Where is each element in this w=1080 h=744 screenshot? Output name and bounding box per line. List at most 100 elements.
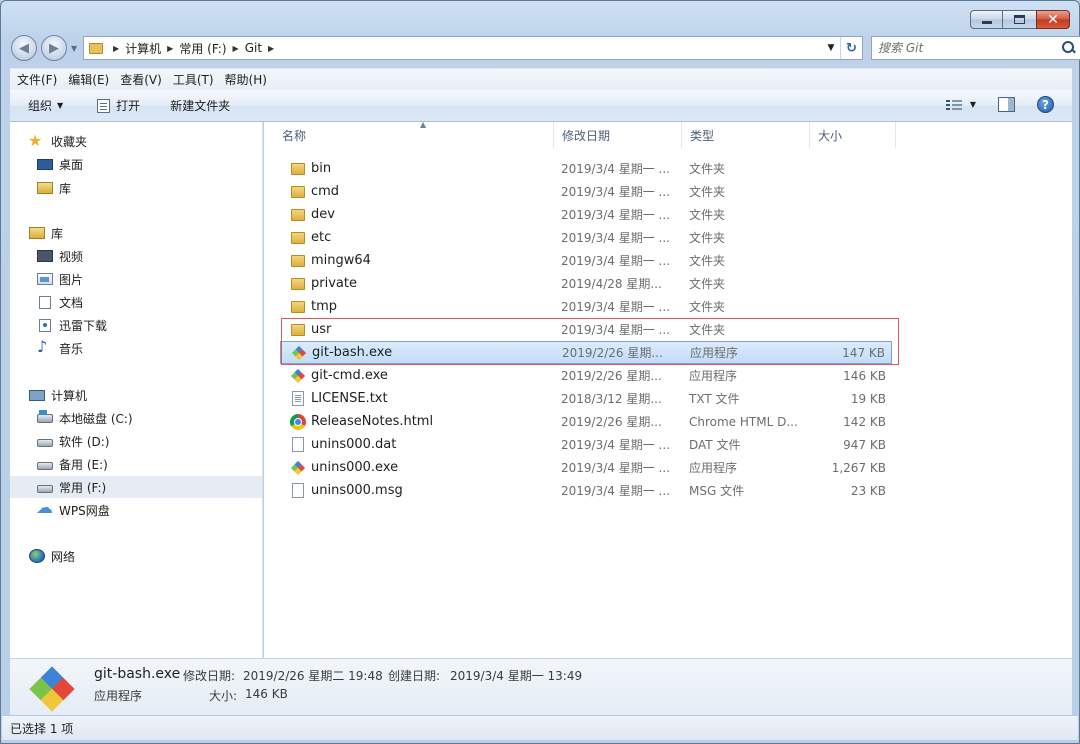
- breadcrumb-separator-icon[interactable]: ▶: [113, 44, 119, 53]
- nav-computer[interactable]: 计算机: [29, 384, 87, 406]
- file-row[interactable]: unins000.msg 2019/3/4 星期一 ... MSG 文件 23 KB: [280, 479, 892, 502]
- help-icon[interactable]: ?: [1037, 96, 1054, 113]
- file-row[interactable]: tmp 2019/3/4 星期一 ... 文件夹: [280, 295, 892, 318]
- open-button[interactable]: 打开: [97, 97, 140, 114]
- file-row[interactable]: LICENSE.txt 2018/3/12 星期... TXT 文件 19 KB: [280, 387, 892, 410]
- video-icon: [37, 250, 53, 262]
- nav-pictures[interactable]: 图片: [37, 268, 83, 290]
- file-date: 2018/3/12 星期...: [561, 392, 662, 406]
- view-options-dropdown[interactable]: ▼: [970, 100, 976, 109]
- file-name-cell: git-cmd.exe: [290, 368, 388, 384]
- column-header-date[interactable]: 修改日期: [554, 122, 682, 148]
- file-name: tmp: [311, 299, 338, 314]
- drive-icon: [37, 484, 53, 493]
- nav-xunlei-downloads[interactable]: 迅雷下载: [37, 314, 107, 336]
- file-row[interactable]: cmd 2019/3/4 星期一 ... 文件夹: [280, 180, 892, 203]
- recent-pages-dropdown[interactable]: ▼: [71, 44, 77, 53]
- breadcrumb-git[interactable]: Git: [245, 41, 262, 55]
- menu-help[interactable]: 帮助(H): [221, 71, 271, 88]
- nav-drive-e[interactable]: 备用 (E:): [37, 453, 108, 475]
- git-icon: [290, 460, 306, 476]
- breadcrumb-separator-icon[interactable]: ▶: [268, 44, 274, 53]
- breadcrumb-separator-icon[interactable]: ▶: [233, 44, 239, 53]
- search-input[interactable]: [878, 41, 1048, 55]
- nav-documents[interactable]: 文档: [37, 291, 83, 313]
- file-name: unins000.msg: [311, 483, 403, 498]
- file-row[interactable]: usr 2019/3/4 星期一 ... 文件夹: [280, 318, 892, 341]
- close-button[interactable]: ✕: [1036, 10, 1070, 29]
- change-view-icon[interactable]: [945, 99, 962, 111]
- file-name-cell: unins000.dat: [290, 437, 396, 452]
- file-row[interactable]: unins000.exe 2019/3/4 星期一 ... 应用程序 1,267 KB: [280, 456, 892, 479]
- nav-desktop[interactable]: 桌面: [37, 153, 83, 175]
- file-type: 应用程序: [689, 461, 738, 475]
- music-icon: [37, 337, 53, 356]
- nav-network[interactable]: 网络: [29, 545, 75, 567]
- folder-icon: [291, 254, 305, 267]
- file-row[interactable]: ReleaseNotes.html 2019/2/26 星期... Chrome H…: [280, 410, 892, 433]
- address-bar[interactable]: ▶ 计算机 ▶ 常用 (F:) ▶ Git ▶ ▼ ↻: [83, 36, 863, 60]
- file-type: 文件夹: [689, 162, 726, 176]
- file-name: ReleaseNotes.html: [311, 414, 434, 429]
- file-name: dev: [311, 207, 335, 222]
- file-row[interactable]: bin 2019/3/4 星期一 ... 文件夹: [280, 157, 892, 180]
- column-label: 大小: [818, 128, 843, 143]
- nav-drive-c[interactable]: 本地磁盘 (C:): [37, 407, 133, 429]
- file-row[interactable]: git-bash.exe 2019/2/26 星期... 应用程序 147 KB: [280, 341, 892, 364]
- maximize-icon: [1014, 15, 1025, 24]
- file-size: 19 KB: [850, 391, 886, 406]
- open-label: 打开: [116, 99, 141, 113]
- search-box: [871, 36, 1080, 60]
- column-header-size[interactable]: 大小: [810, 122, 896, 148]
- preview-pane-icon[interactable]: [998, 97, 1015, 112]
- file-name: private: [311, 276, 357, 291]
- file-size: 142 KB: [843, 414, 886, 429]
- file-row[interactable]: dev 2019/3/4 星期一 ... 文件夹: [280, 203, 892, 226]
- nav-music[interactable]: 音乐: [37, 337, 83, 359]
- forward-button[interactable]: ▶: [41, 35, 67, 61]
- address-history-dropdown[interactable]: ▼: [822, 43, 840, 53]
- new-folder-button[interactable]: 新建文件夹: [170, 97, 230, 114]
- column-header-name[interactable]: 名称 ▲: [274, 120, 554, 148]
- file-row[interactable]: private 2019/4/28 星期... 文件夹: [280, 272, 892, 295]
- file-icon: [292, 483, 304, 498]
- search-icon[interactable]: [1062, 41, 1076, 55]
- file-date: 2019/3/4 星期一 ...: [561, 484, 670, 498]
- menu-view[interactable]: 查看(V): [116, 71, 166, 88]
- nav-video[interactable]: 视频: [37, 245, 83, 267]
- file-row[interactable]: mingw64 2019/3/4 星期一 ... 文件夹: [280, 249, 892, 272]
- breadcrumb-separator-icon[interactable]: ▶: [167, 44, 173, 53]
- breadcrumb-computer[interactable]: 计算机: [125, 40, 161, 57]
- back-button[interactable]: ◀: [11, 35, 37, 61]
- breadcrumb-drive-f[interactable]: 常用 (F:): [179, 40, 226, 57]
- menu-file[interactable]: 文件(F): [13, 71, 61, 88]
- maximize-button[interactable]: [1002, 10, 1036, 29]
- nav-label: 桌面: [59, 157, 84, 172]
- file-size: 947 KB: [843, 437, 886, 452]
- column-header-type[interactable]: 类型: [682, 122, 810, 148]
- organize-button[interactable]: 组织 ▼: [28, 97, 63, 114]
- file-size: 147 KB: [842, 345, 885, 360]
- command-bar: 组织 ▼ 打开 新建文件夹 ▼ ?: [10, 90, 1072, 122]
- navigation-row: ◀ ▶ ▼ ▶ 计算机 ▶ 常用 (F:) ▶ Git ▶ ▼ ↻: [11, 34, 1080, 62]
- minimize-button[interactable]: [970, 10, 1002, 29]
- file-type: 文件夹: [689, 323, 726, 337]
- file-row[interactable]: etc 2019/3/4 星期一 ... 文件夹: [280, 226, 892, 249]
- nav-label: 图片: [59, 272, 84, 287]
- menu-tools[interactable]: 工具(T): [169, 71, 218, 88]
- refresh-button[interactable]: ↻: [840, 37, 862, 59]
- file-name: unins000.dat: [311, 437, 397, 452]
- menu-edit[interactable]: 编辑(E): [64, 71, 113, 88]
- nav-library-favorite[interactable]: 库: [37, 177, 71, 199]
- nav-drive-f[interactable]: 常用 (F:): [10, 476, 262, 498]
- nav-label: 视频: [59, 249, 84, 264]
- file-date: 2019/3/4 星期一 ...: [561, 300, 670, 314]
- nav-library[interactable]: 库: [29, 222, 63, 244]
- file-row[interactable]: git-cmd.exe 2019/2/26 星期... 应用程序 146 KB: [280, 364, 892, 387]
- nav-wps-cloud[interactable]: WPS网盘: [36, 498, 110, 521]
- file-date: 2019/3/4 星期一 ...: [561, 162, 670, 176]
- file-row[interactable]: unins000.dat 2019/3/4 星期一 ... DAT 文件 947 KB: [280, 433, 892, 456]
- nav-favorites[interactable]: 收藏夹: [28, 130, 87, 152]
- file-type: 文件夹: [689, 254, 726, 268]
- nav-drive-d[interactable]: 软件 (D:): [37, 430, 109, 452]
